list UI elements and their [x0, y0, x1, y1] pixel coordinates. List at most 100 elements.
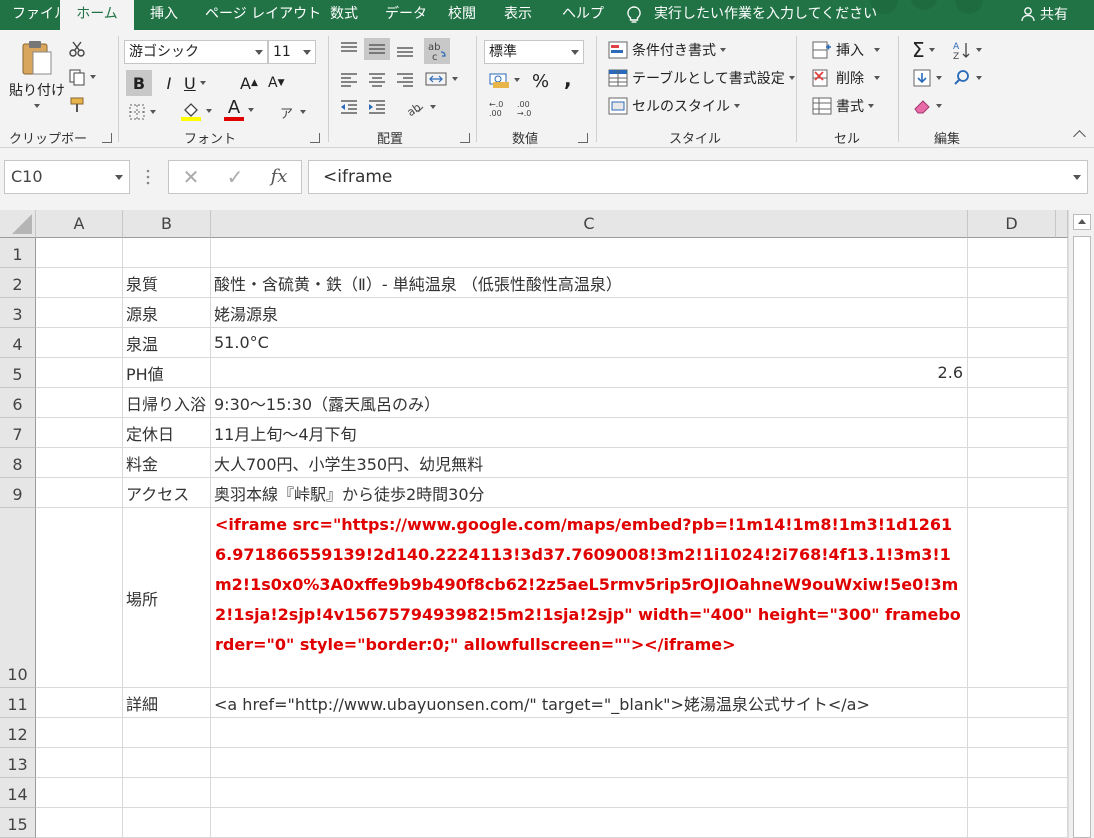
cell-b15[interactable] — [123, 808, 211, 838]
formula-input[interactable]: <iframe — [308, 160, 1088, 194]
cell-a1[interactable] — [36, 238, 123, 268]
select-all-button[interactable] — [0, 210, 36, 238]
cell-c11[interactable]: <a href="http://www.ubayuonsen.com/" tar… — [211, 688, 968, 718]
cell-d7[interactable] — [968, 418, 1068, 448]
format-painter-button[interactable] — [68, 96, 86, 114]
name-box[interactable]: C10 — [4, 160, 130, 194]
scroll-thumb[interactable] — [1073, 236, 1091, 838]
cell-a14[interactable] — [36, 778, 123, 808]
increase-indent-button[interactable] — [366, 98, 388, 116]
align-right-button[interactable] — [394, 70, 416, 88]
comma-style-button[interactable]: , — [564, 67, 572, 91]
insert-cells-button[interactable]: 挿入 — [812, 40, 880, 60]
cell-d13[interactable] — [968, 748, 1068, 778]
cell-a6[interactable] — [36, 388, 123, 418]
cell-a13[interactable] — [36, 748, 123, 778]
column-header-b[interactable]: B — [123, 210, 211, 238]
confirm-entry-button[interactable]: ✓ — [217, 161, 253, 193]
tab-1[interactable]: ホーム — [60, 0, 134, 30]
cell-a10[interactable] — [36, 508, 123, 688]
cell-d1[interactable] — [968, 238, 1068, 268]
tab-6[interactable]: 校閲 — [448, 0, 476, 30]
merge-center-button[interactable] — [424, 70, 458, 88]
font-name-combobox[interactable]: 游ゴシック — [124, 40, 268, 64]
cell-b14[interactable] — [123, 778, 211, 808]
align-left-button[interactable] — [338, 70, 360, 88]
cell-b5[interactable]: PH値 — [123, 358, 211, 388]
cell-b10[interactable]: 場所 — [123, 508, 211, 688]
cell-d6[interactable] — [968, 388, 1068, 418]
tab-5[interactable]: データ — [385, 0, 427, 30]
copy-button[interactable] — [68, 68, 96, 86]
align-bottom-button[interactable] — [394, 40, 416, 58]
row-header-8[interactable]: 8 — [0, 448, 36, 478]
cell-a4[interactable] — [36, 328, 123, 358]
format-cells-button[interactable]: 書式 — [812, 96, 874, 116]
row-header-7[interactable]: 7 — [0, 418, 36, 448]
cell-c9[interactable]: 奥羽本線『峠駅』から徒歩2時間30分 — [211, 478, 968, 508]
decrease-decimal-button[interactable]: .00 →.0 — [516, 98, 540, 118]
format-as-table-button[interactable]: テーブルとして書式設定 — [608, 68, 795, 88]
delete-cells-button[interactable]: 削除 — [812, 68, 880, 88]
cell-b7[interactable]: 定休日 — [123, 418, 211, 448]
cell-d15[interactable] — [968, 808, 1068, 838]
dialog-launcher-icon[interactable] — [102, 133, 112, 143]
phonetic-button[interactable]: ア — [278, 100, 306, 124]
conditional-formatting-button[interactable]: 条件付き書式 — [608, 40, 726, 60]
cell-d3[interactable] — [968, 298, 1068, 328]
cell-c4[interactable]: 51.0°C — [211, 328, 968, 358]
fill-button[interactable] — [912, 68, 942, 88]
cell-styles-button[interactable]: セルのスタイル — [608, 96, 740, 116]
share-button[interactable]: 共有 — [1020, 0, 1068, 30]
cell-a5[interactable] — [36, 358, 123, 388]
cell-c8[interactable]: 大人700円、小学生350円、幼児無料 — [211, 448, 968, 478]
column-header-c[interactable]: C — [211, 210, 968, 238]
cell-b4[interactable]: 泉温 — [123, 328, 211, 358]
italic-button[interactable]: I — [156, 70, 182, 96]
cell-d9[interactable] — [968, 478, 1068, 508]
column-header-a[interactable]: A — [36, 210, 123, 238]
bold-button[interactable]: B — [126, 70, 152, 96]
number-format-combobox[interactable]: 標準 — [484, 40, 584, 64]
row-header-1[interactable]: 1 — [0, 238, 36, 268]
tab-4[interactable]: 数式 — [330, 0, 358, 30]
cell-b13[interactable] — [123, 748, 211, 778]
cell-c6[interactable]: 9:30〜15:30（露天風呂のみ） — [211, 388, 968, 418]
row-header-6[interactable]: 6 — [0, 388, 36, 418]
cell-c3[interactable]: 姥湯源泉 — [211, 298, 968, 328]
borders-button[interactable] — [128, 100, 156, 124]
cell-c2[interactable]: 酸性・含硫黄・鉄（Ⅱ）- 単純温泉 （低張性酸性高温泉） — [211, 268, 968, 298]
cell-b11[interactable]: 詳細 — [123, 688, 211, 718]
font-color-button[interactable]: A — [224, 96, 254, 124]
row-header-3[interactable]: 3 — [0, 298, 36, 328]
orientation-button[interactable]: ab — [404, 98, 436, 116]
cell-c1[interactable] — [211, 238, 968, 268]
cell-a8[interactable] — [36, 448, 123, 478]
cell-d5[interactable] — [968, 358, 1068, 388]
shrink-font-button[interactable]: A ▼ — [268, 70, 285, 96]
paste-button[interactable]: 貼り付け — [9, 38, 65, 108]
row-header-12[interactable]: 12 — [0, 718, 36, 748]
cell-a12[interactable] — [36, 718, 123, 748]
expand-formula-bar-icon[interactable] — [1073, 175, 1081, 180]
cell-d12[interactable] — [968, 718, 1068, 748]
cell-d8[interactable] — [968, 448, 1068, 478]
worksheet-grid[interactable]: A B C D 1 2 泉質 酸性・含硫黄・鉄（Ⅱ）- 単純温泉 （低張性酸性高温泉） 3 源泉姥… — [0, 210, 1068, 838]
underline-button[interactable]: U — [184, 70, 206, 96]
dialog-launcher-icon[interactable] — [460, 133, 470, 143]
column-header-e[interactable] — [1056, 210, 1068, 238]
insert-function-button[interactable]: fx — [261, 161, 297, 193]
align-middle-button[interactable] — [364, 38, 390, 60]
cell-b1[interactable] — [123, 238, 211, 268]
cell-c10[interactable]: <iframe src="https://www.google.com/maps… — [211, 508, 968, 688]
cell-d11[interactable] — [968, 688, 1068, 718]
align-top-button[interactable] — [338, 40, 360, 58]
grip-dots-icon[interactable] — [146, 168, 150, 186]
row-header-14[interactable]: 14 — [0, 778, 36, 808]
vertical-scrollbar[interactable] — [1068, 210, 1094, 838]
cell-b6[interactable]: 日帰り入浴 — [123, 388, 211, 418]
font-size-combobox[interactable]: 11 — [268, 40, 316, 64]
collapse-ribbon-icon[interactable] — [1073, 130, 1086, 143]
cell-d10[interactable] — [968, 508, 1068, 688]
row-header-2[interactable]: 2 — [0, 268, 36, 298]
